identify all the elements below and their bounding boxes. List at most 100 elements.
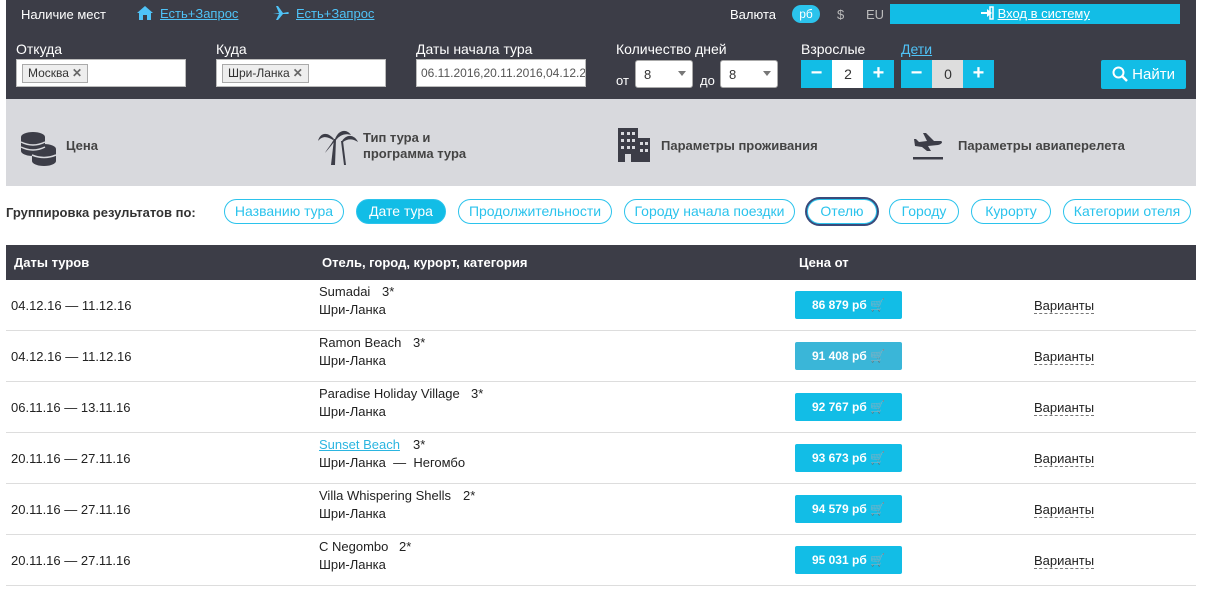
price-value: 86 879 рб — [811, 298, 867, 312]
variants-link[interactable]: Варианты — [1034, 502, 1095, 518]
hotel-place: Шри-Ланка — [319, 557, 386, 572]
filter-strip: Цена Тип тура и программа тура Параметры… — [6, 99, 1196, 186]
currency-rub-button[interactable]: рб — [792, 5, 820, 23]
hotel-category: 2* — [463, 488, 476, 503]
search-icon — [1112, 66, 1128, 83]
search-panel: Откуда Москва ✕ Куда Шри-Ланка ✕ Даты нача… — [6, 29, 1196, 99]
hotel-name: Villa Whispering Shells — [319, 488, 451, 503]
header-hotel: Отель, город, курорт, категория — [322, 255, 528, 270]
hotel-name: Ramon Beach — [319, 335, 402, 350]
variants-link[interactable]: Варианты — [1034, 451, 1095, 467]
days-label: Количество дней — [616, 41, 727, 57]
group-by-resort[interactable]: Курорту — [971, 199, 1051, 224]
price-value: 94 579 рб — [811, 502, 867, 516]
hotel-place: Шри-Ланка — [319, 302, 386, 317]
price-button[interactable]: 93 673 рб 🛒 — [795, 444, 902, 472]
tour-dates: 04.12.16 — 11.12.16 — [11, 349, 132, 364]
hotel-place: Шри-Ланка — [319, 404, 386, 419]
remove-tag-icon[interactable]: ✕ — [293, 66, 303, 80]
hotel-name-link[interactable]: Sunset Beach — [319, 437, 400, 452]
group-by-hotel-category[interactable]: Категории отеля — [1063, 199, 1191, 224]
group-by-city[interactable]: Городу — [889, 199, 959, 224]
price-value: 91 408 рб — [811, 349, 867, 363]
children-plus-button[interactable]: + — [963, 60, 994, 88]
adults-label: Взрослые — [801, 41, 866, 57]
group-by-duration[interactable]: Продолжительности — [458, 199, 612, 224]
price-value: 95 031 рб — [811, 553, 867, 567]
hotel-category: 3* — [382, 284, 395, 299]
table-row: 20.11.16 — 27.11.16 Sunset Beach 3* Шри-… — [6, 433, 1196, 484]
from-tag-label: Москва — [28, 66, 69, 80]
filter-price[interactable]: Цена — [66, 138, 98, 153]
chevron-down-icon — [763, 71, 771, 76]
from-field[interactable]: Москва ✕ — [16, 59, 186, 87]
group-by-hotel[interactable]: Отелю — [807, 199, 877, 224]
filter-flight[interactable]: Параметры авиаперелета — [958, 138, 1125, 153]
hotel-category: 3* — [413, 437, 426, 452]
hotel-place: Шри-Ланка — [319, 353, 386, 368]
price-button[interactable]: 95 031 рб 🛒 — [795, 546, 902, 574]
days-from-select[interactable]: 8 — [635, 60, 693, 88]
header-dates: Даты туров — [14, 255, 90, 270]
currency-eu-button[interactable]: EU — [866, 7, 884, 22]
filter-tour-type[interactable]: Тип тура и программа тура — [363, 130, 483, 162]
price-button[interactable]: 94 579 рб 🛒 — [795, 495, 902, 523]
variants-link[interactable]: Варианты — [1034, 553, 1095, 569]
dates-label: Даты начала тура — [416, 41, 533, 57]
cart-icon: 🛒 — [870, 502, 886, 516]
hotel-category: 3* — [413, 335, 426, 350]
hotel-place: Шри-Ланка — Негомбо — [319, 455, 466, 470]
cart-icon: 🛒 — [870, 298, 886, 312]
filter-accommodation[interactable]: Параметры проживания — [661, 138, 818, 153]
currency-label: Валюта — [730, 7, 776, 22]
variants-link[interactable]: Варианты — [1034, 349, 1095, 365]
to-label: Куда — [216, 41, 247, 57]
login-button[interactable]: Вход в систему — [890, 4, 1180, 24]
building-icon — [616, 126, 652, 167]
variants-link[interactable]: Варианты — [1034, 400, 1095, 416]
price-button[interactable]: 91 408 рб 🛒 — [795, 342, 902, 370]
from-label: Откуда — [16, 41, 63, 57]
variants-link[interactable]: Варианты — [1034, 298, 1095, 314]
group-by-tour-name[interactable]: Названию тура — [224, 199, 344, 224]
cart-icon: 🛒 — [870, 553, 886, 567]
table-row: 20.11.16 — 27.11.16 Villa Whispering She… — [6, 484, 1196, 535]
grouping-label: Группировка результатов по: — [6, 205, 196, 220]
cart-icon: 🛒 — [870, 451, 886, 465]
price-button[interactable]: 86 879 рб 🛒 — [795, 291, 902, 319]
hotel-category: 3* — [471, 386, 484, 401]
hotel-name: Paradise Holiday Village — [319, 386, 460, 401]
hotel-name: Sumadai — [319, 284, 371, 299]
tour-dates: 20.11.16 — 27.11.16 — [11, 451, 131, 466]
days-to-select[interactable]: 8 — [720, 60, 778, 88]
days-to-value: 8 — [729, 67, 737, 82]
dates-field[interactable]: 06.11.2016,20.11.2016,04.12.2016 — [416, 59, 586, 87]
chevron-down-icon — [678, 71, 686, 76]
adults-plus-button[interactable]: + — [863, 60, 894, 88]
find-button[interactable]: Найти — [1101, 60, 1186, 89]
coins-icon — [20, 129, 58, 170]
currency-usd-button[interactable]: $ — [837, 7, 844, 22]
group-by-start-city[interactable]: Городу начала поездки — [624, 199, 795, 224]
group-by-tour-date[interactable]: Дате тура — [356, 199, 446, 224]
price-value: 92 767 рб — [811, 400, 867, 414]
results-table-header: Даты туров Отель, город, курорт, категор… — [6, 245, 1196, 280]
top-bar: Наличие мест Есть+Запрос Есть+Запрос Вал… — [6, 0, 1196, 29]
remove-tag-icon[interactable]: ✕ — [72, 66, 82, 80]
children-value: 0 — [932, 60, 964, 88]
children-label[interactable]: Дети — [901, 41, 932, 57]
plane-icon — [912, 129, 946, 164]
table-row: 20.11.16 — 27.11.16 C Negombo 2* Шри-Лан… — [6, 535, 1196, 586]
children-minus-button[interactable]: − — [901, 60, 932, 88]
to-tag-label: Шри-Ланка — [228, 66, 290, 80]
to-field[interactable]: Шри-Ланка ✕ — [216, 59, 386, 87]
availability-link-2[interactable]: Есть+Запрос — [296, 6, 374, 21]
price-button[interactable]: 92 767 рб 🛒 — [795, 393, 902, 421]
price-value: 93 673 рб — [811, 451, 867, 465]
adults-minus-button[interactable]: − — [801, 60, 832, 88]
adults-value: 2 — [832, 60, 864, 88]
tour-dates: 20.11.16 — 27.11.16 — [11, 553, 131, 568]
availability-link-1[interactable]: Есть+Запрос — [160, 6, 238, 21]
days-from-value: 8 — [644, 67, 652, 82]
login-label: Вход в систему — [997, 6, 1091, 21]
